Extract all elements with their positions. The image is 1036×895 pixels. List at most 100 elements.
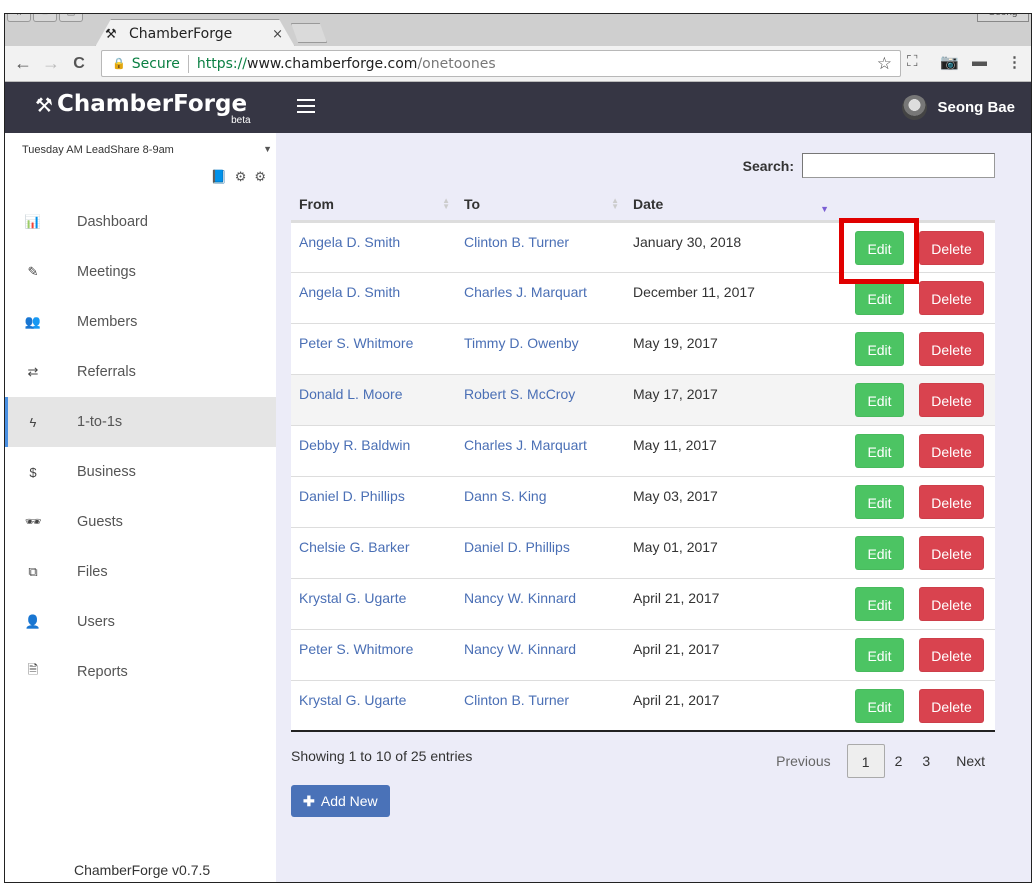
table-row: Krystal G. Ugarte Nancy W. Kinnard April 2… (291, 578, 995, 629)
from-member-link[interactable]: Angela D. Smith (299, 234, 400, 250)
sidebar-item-reports[interactable]: 🗎 Reports (5, 647, 276, 697)
brand-logo[interactable]: ⚒ ChamberForge beta (35, 91, 251, 126)
chamber-select[interactable]: Tuesday AM LeadShare 8-9am ▼ (22, 144, 272, 156)
gears-icon[interactable]: ⚙ (254, 169, 266, 185)
minimize-window-button[interactable]: – (33, 14, 57, 22)
from-member-link[interactable]: Peter S. Whitmore (299, 335, 413, 351)
to-member-link[interactable]: Charles J. Marquart (464, 284, 587, 300)
from-member-link[interactable]: Donald L. Moore (299, 386, 403, 402)
sidebar-item-guests[interactable]: 🕶 Guests (5, 497, 276, 547)
edit-button[interactable]: Edit (855, 586, 904, 621)
users-icon: 👥 (24, 314, 42, 329)
edit-button[interactable]: Edit (855, 484, 904, 519)
reload-button[interactable]: C (65, 55, 93, 73)
from-member-link[interactable]: Krystal G. Ugarte (299, 692, 406, 708)
new-tab-button[interactable] (291, 23, 327, 43)
sidebar-item-members[interactable]: 👥 Members (5, 297, 276, 347)
edit-button[interactable]: Edit (855, 280, 904, 315)
delete-button[interactable]: Delete (919, 382, 984, 417)
to-member-link[interactable]: Clinton B. Turner (464, 234, 569, 250)
bookmark-star-icon[interactable]: ☆ (877, 54, 892, 74)
sidebar-item-users[interactable]: 👤 Users (5, 597, 276, 647)
delete-button[interactable]: Delete (919, 688, 984, 723)
browser-tab-content[interactable]: ⚒ ChamberForge × (103, 22, 293, 46)
sidebar-item-dashboard[interactable]: 📊 Dashboard (5, 197, 276, 247)
delete-button[interactable]: Delete (919, 586, 984, 621)
book-icon[interactable]: 📘 (211, 169, 227, 185)
back-button[interactable]: ← (9, 53, 37, 74)
url-path: /onetoones (417, 55, 496, 72)
table-body: Angela D. Smith Clinton B. Turner January … (291, 221, 995, 731)
maximize-window-button[interactable]: ▭ (59, 14, 83, 22)
delete-button[interactable]: Delete (919, 484, 984, 519)
to-member-link[interactable]: Daniel D. Phillips (464, 539, 570, 555)
sidebar-item-files[interactable]: ⧉ Files (5, 547, 276, 597)
to-member-link[interactable]: Robert S. McCroy (464, 386, 575, 402)
edit-button[interactable]: Edit (855, 637, 904, 672)
cell-from: Krystal G. Ugarte (291, 680, 456, 731)
camera-icon[interactable]: 📷 (940, 53, 959, 71)
close-window-button[interactable]: × (7, 14, 31, 22)
screen-capture-icon[interactable]: ⛶ (907, 53, 918, 70)
close-tab-icon[interactable]: × (272, 27, 283, 42)
delete-button[interactable]: Delete (919, 230, 984, 265)
forward-button[interactable]: → (37, 53, 65, 74)
column-header-from[interactable]: From ▲ ▼ (291, 188, 456, 223)
caret-down-icon: ▼ (263, 144, 272, 154)
entries-info: Showing 1 to 10 of 25 entries (291, 748, 473, 764)
profile-button[interactable]: Seong (977, 14, 1029, 22)
from-member-link[interactable]: Krystal G. Ugarte (299, 590, 406, 606)
browser-toolbar: ← → C 🔒 Secure https:// www.chamberforge… (5, 46, 1031, 82)
to-member-link[interactable]: Dann S. King (464, 488, 547, 504)
sort-both-icon: ▲ ▼ (611, 196, 619, 211)
user-menu[interactable]: Seong Bae (902, 95, 1015, 120)
pagination-previous[interactable]: Previous (766, 744, 840, 778)
browser-window: × – ▭ ⚒ ChamberForge × Seong ← → C 🔒 Sec… (4, 13, 1032, 883)
cell-actions: Edit Delete (835, 476, 995, 527)
pagination-page-2[interactable]: 2 (885, 744, 913, 778)
gear-icon[interactable]: ⚙ (235, 169, 247, 185)
to-member-link[interactable]: Charles J. Marquart (464, 437, 587, 453)
from-member-link[interactable]: Daniel D. Phillips (299, 488, 405, 504)
edit-button[interactable]: Edit (855, 688, 904, 723)
delete-button[interactable]: Delete (919, 280, 984, 315)
edit-button[interactable]: Edit (855, 331, 904, 366)
sidebar-item-1-to-1s[interactable]: ϟ 1-to-1s (5, 397, 276, 447)
sidebar-item-label: Referrals (77, 364, 136, 380)
add-new-label: Add New (320, 793, 378, 809)
edit-button[interactable]: Edit (855, 230, 904, 265)
terminal-icon[interactable]: ▬ (972, 53, 987, 70)
delete-button[interactable]: Delete (919, 535, 984, 570)
sort-both-icon: ▲ ▼ (442, 196, 450, 211)
from-member-link[interactable]: Peter S. Whitmore (299, 641, 413, 657)
add-new-button[interactable]: ✚ Add New (291, 785, 390, 817)
delete-button[interactable]: Delete (919, 637, 984, 672)
hamburger-menu-icon[interactable] (297, 99, 315, 113)
edit-button[interactable]: Edit (855, 535, 904, 570)
edit-button[interactable]: Edit (855, 382, 904, 417)
to-member-link[interactable]: Clinton B. Turner (464, 692, 569, 708)
pagination-page-1[interactable]: 1 (846, 744, 885, 778)
delete-button[interactable]: Delete (919, 331, 984, 366)
cell-from: Peter S. Whitmore (291, 323, 456, 374)
pagination-page-3[interactable]: 3 (912, 744, 940, 778)
from-member-link[interactable]: Chelsie G. Barker (299, 539, 409, 555)
to-member-link[interactable]: Nancy W. Kinnard (464, 641, 576, 657)
delete-button[interactable]: Delete (919, 433, 984, 468)
column-header-to[interactable]: To ▲ ▼ (456, 188, 625, 223)
sidebar-item-meetings[interactable]: ✎ Meetings (5, 247, 276, 297)
search-input[interactable] (802, 153, 995, 178)
hammer-icon: ⚒ (105, 26, 117, 42)
to-member-link[interactable]: Nancy W. Kinnard (464, 590, 576, 606)
sidebar-item-business[interactable]: $ Business (5, 447, 276, 497)
from-member-link[interactable]: Angela D. Smith (299, 284, 400, 300)
column-header-date[interactable]: Date ▼ (625, 188, 835, 223)
menu-dots-icon[interactable]: ⋮ (1007, 53, 1022, 71)
edit-button[interactable]: Edit (855, 433, 904, 468)
cell-date: December 11, 2017 (633, 283, 755, 300)
from-member-link[interactable]: Debby R. Baldwin (299, 437, 410, 453)
to-member-link[interactable]: Timmy D. Owenby (464, 335, 579, 351)
sidebar-item-referrals[interactable]: ⇄ Referrals (5, 347, 276, 397)
pagination-next[interactable]: Next (946, 744, 995, 778)
address-bar[interactable]: 🔒 Secure https:// www.chamberforge.com /… (101, 50, 901, 77)
